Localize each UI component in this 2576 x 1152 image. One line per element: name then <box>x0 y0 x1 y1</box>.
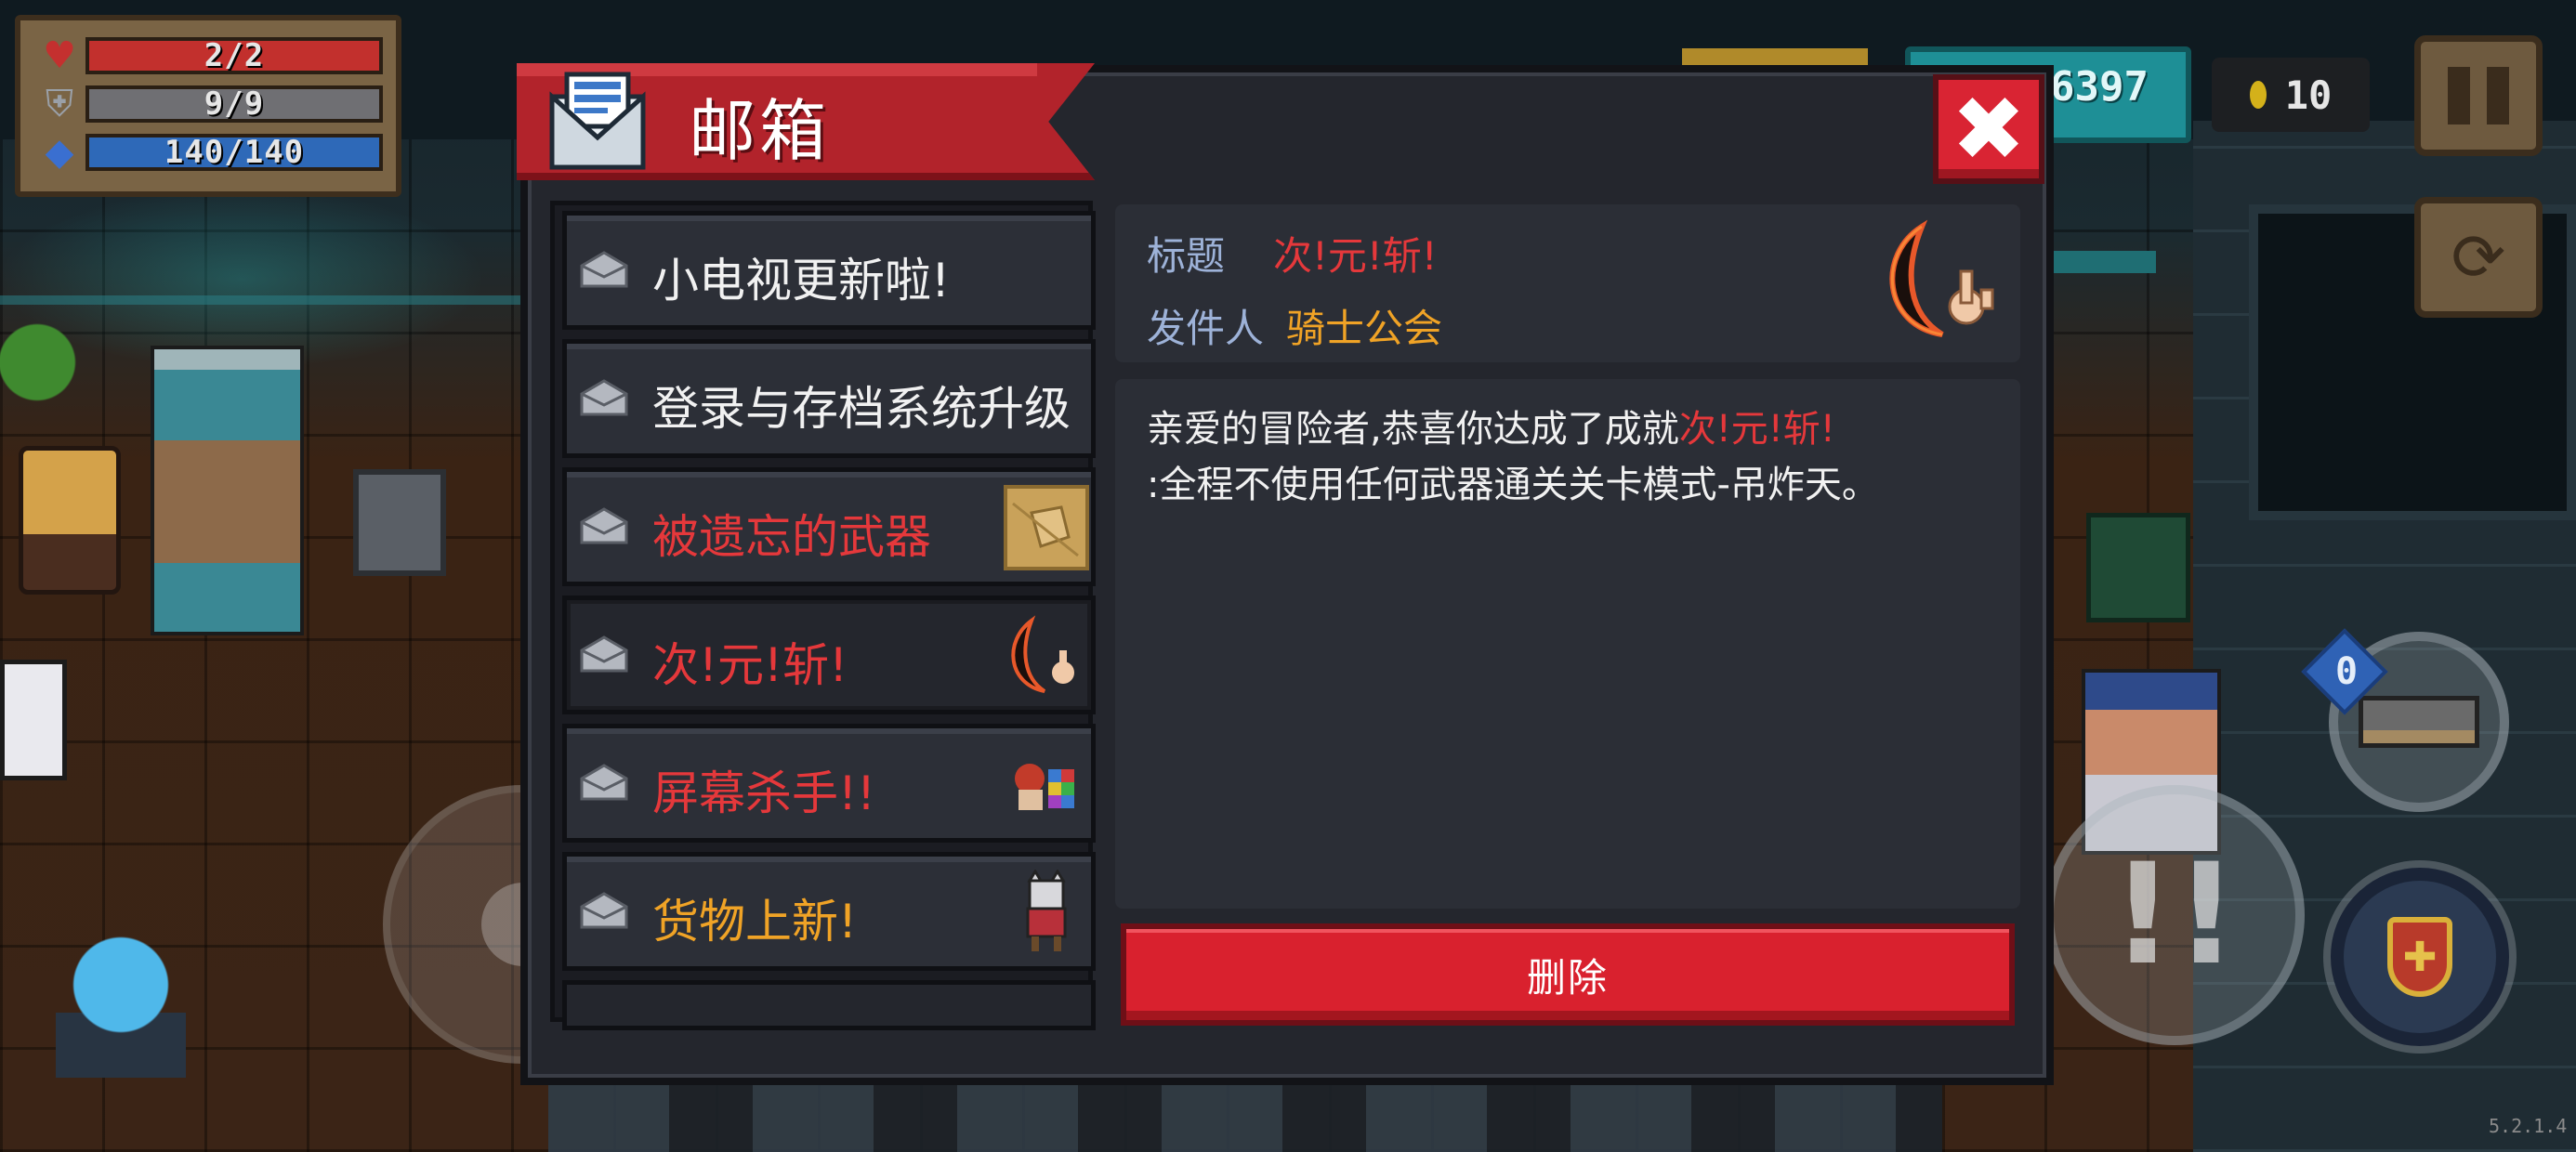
close-button[interactable]: ✖ <box>1933 74 2044 184</box>
green-crate <box>2086 513 2190 622</box>
gem-count: 6397 <box>2050 63 2149 111</box>
hp-bar: 2/2 <box>85 37 383 74</box>
shield-icon: ⛨ <box>46 83 73 125</box>
mail-title-line: 标题 次!元!斩! <box>1147 225 1438 281</box>
body-achievement: 次!元!斩! <box>1678 408 1835 451</box>
opened-envelope-icon <box>580 892 628 929</box>
mail-envelope-icon <box>549 72 646 170</box>
teal-light-strip <box>0 295 520 305</box>
mail-subject: 屏幕杀手!! <box>652 766 876 820</box>
mail-list[interactable]: 小电视更新啦! 登录与存档系统升级 被遗忘的武器 次!元!斩! 屏幕杀手!! 货… <box>550 201 1096 1030</box>
sender-label: 发件人 <box>1147 306 1265 351</box>
pause-icon-bar <box>2487 67 2509 124</box>
mail-sender-line: 发件人 骑士公会 <box>1147 297 1442 354</box>
mailbox-header: 邮箱 <box>517 63 1095 180</box>
coin-icon <box>2249 81 2267 109</box>
metal-chest <box>353 469 446 576</box>
potted-plant <box>0 316 84 427</box>
refresh-icon: ⟳ <box>2451 219 2506 295</box>
mail-detail-header: 标题 次!元!斩! 发件人 骑士公会 <box>1115 204 2020 362</box>
mail-list-empty-slot <box>562 980 1096 1030</box>
opened-envelope-icon <box>580 251 628 288</box>
swap-character-button[interactable]: ⟳ <box>2414 197 2543 318</box>
pause-button[interactable] <box>2414 35 2543 156</box>
mail-subject: 被遗忘的武器 <box>652 510 931 564</box>
mail-subject: 次!元!斩! <box>652 638 848 692</box>
title-value: 次!元!斩! <box>1273 233 1438 279</box>
opened-envelope-icon <box>580 379 628 416</box>
hp-row: ♥ 2/2 <box>33 32 383 80</box>
mail-item-dimension-slash[interactable]: 次!元!斩! <box>562 596 1096 714</box>
mail-subject: 小电视更新啦! <box>652 254 951 308</box>
delete-button[interactable]: 删除 <box>1121 923 2015 1026</box>
mail-item-login-upgrade[interactable]: 登录与存档系统升级 <box>562 339 1096 458</box>
mail-body-text: 亲爱的冒险者,恭喜你达成了成就次!元!斩! :全程不使用任何武器通关关卡模式-吊… <box>1147 401 1989 513</box>
energy-gem-icon: ◆ <box>45 131 74 174</box>
skill-button[interactable]: !! <box>2044 785 2305 1045</box>
shield-bar: 9/9 <box>85 85 383 123</box>
coin-counter: 10 <box>2212 58 2370 132</box>
screen-killer-icon <box>1015 764 1074 810</box>
player-character <box>56 929 186 1078</box>
body-description: :全程不使用任何武器通关关卡模式-吊炸天。 <box>1147 464 1879 506</box>
hp-value: 2/2 <box>204 37 265 74</box>
pause-icon <box>2448 67 2470 124</box>
title-label: 标题 <box>1147 233 1226 279</box>
attack-button[interactable]: ✚ <box>2331 868 2509 1046</box>
map-scroll-icon <box>1004 485 1089 570</box>
gun-icon <box>2359 696 2479 748</box>
energy-bar: 140/140 <box>85 134 383 171</box>
mail-subject: 登录与存档系统升级 <box>652 382 1071 436</box>
mail-item-new-goods[interactable]: 货物上新! <box>562 852 1096 971</box>
coin-count: 10 <box>2284 72 2333 118</box>
opened-envelope-icon <box>580 764 628 801</box>
rabbit-npc <box>0 660 67 780</box>
version-label: 5.2.1.4 <box>2489 1115 2568 1137</box>
energy-row: ◆ 140/140 <box>33 128 383 177</box>
golden-pot-statue <box>19 446 121 595</box>
exclamation-icon: !! <box>2110 834 2239 996</box>
body-prefix: 亲爱的冒险者,恭喜你达成了成就 <box>1147 408 1679 451</box>
heart-icon: ♥ <box>43 34 76 77</box>
energy-value: 140/140 <box>164 134 305 171</box>
sender-value: 骑士公会 <box>1286 306 1443 351</box>
opened-envelope-icon <box>580 507 628 544</box>
mailbox-title: 邮箱 <box>689 92 831 170</box>
mail-item-forgotten-weapon[interactable]: 被遗忘的武器 <box>562 467 1096 586</box>
weapon-ammo-count: 0 <box>2334 650 2359 693</box>
opened-envelope-icon <box>580 635 628 673</box>
shield-row: ⛨ 9/9 <box>33 80 383 128</box>
character-statue <box>151 346 304 635</box>
crescent-blade-icon <box>1889 219 1994 337</box>
cross-shield-icon: ✚ <box>2387 917 2452 997</box>
teal-pipe <box>2044 251 2156 273</box>
close-icon: ✖ <box>1951 77 2027 181</box>
player-stats-panel: ♥ 2/2 ⛨ 9/9 ◆ 140/140 <box>15 15 401 197</box>
mail-item-screen-killer[interactable]: 屏幕杀手!! <box>562 724 1096 843</box>
cat-merchant-icon <box>1026 870 1067 951</box>
mail-subject: 货物上新! <box>652 895 858 949</box>
mail-detail-body: 亲爱的冒险者,恭喜你达成了成就次!元!斩! :全程不使用任何武器通关关卡模式-吊… <box>1115 379 2020 909</box>
shield-value: 9/9 <box>204 85 265 123</box>
crescent-blade-icon <box>1011 615 1074 693</box>
mail-item-tv-update[interactable]: 小电视更新啦! <box>562 211 1096 330</box>
